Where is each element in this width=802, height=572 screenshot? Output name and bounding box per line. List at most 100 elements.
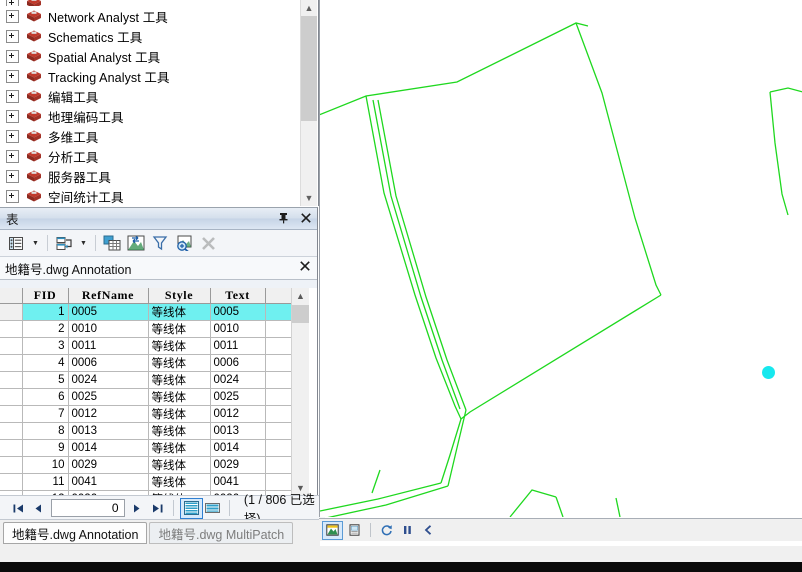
cell-text[interactable]: 0029 — [210, 456, 266, 474]
pin-icon[interactable] — [277, 210, 290, 225]
chevron-down-icon[interactable]: ▼ — [301, 190, 317, 206]
row-selector[interactable] — [0, 456, 23, 474]
chevron-left-icon[interactable] — [419, 522, 438, 539]
zoom-to-selection-button[interactable] — [174, 233, 195, 253]
close-icon[interactable] — [299, 210, 312, 225]
plus-box-icon[interactable] — [6, 89, 19, 103]
row-selector[interactable] — [0, 303, 23, 321]
tree-item-spatial-statistics-tools[interactable]: 空间统计工具 — [0, 186, 318, 206]
cell-text[interactable]: 0024 — [210, 371, 266, 389]
table-row[interactable]: 11 0041 等线体 0041 — [0, 473, 293, 491]
clear-selection-button[interactable] — [150, 233, 171, 253]
plus-box-icon[interactable] — [6, 169, 19, 183]
column-header-text[interactable]: Text — [210, 288, 266, 304]
cell-style[interactable]: 等线体 — [148, 303, 211, 321]
row-selector[interactable] — [0, 405, 23, 423]
cell-fid[interactable]: 5 — [22, 371, 69, 389]
arctoolbox-tree[interactable]: Network Analyst 工具 Schematics 工具 Spatial… — [0, 0, 319, 206]
table-row[interactable]: 1 0005 等线体 0005 — [0, 303, 293, 321]
tree-item-tracking-analyst[interactable]: Tracking Analyst 工具 — [0, 66, 318, 86]
plus-box-icon[interactable] — [6, 129, 19, 143]
table-row[interactable]: 4 0006 等线体 0006 — [0, 354, 293, 372]
tree-item-server-tools[interactable]: 服务器工具 — [0, 166, 318, 186]
table-row[interactable]: 3 0011 等线体 0011 — [0, 337, 293, 355]
cell-text[interactable]: 0012 — [210, 405, 266, 423]
plus-box-icon[interactable] — [6, 0, 19, 6]
show-all-records-button[interactable] — [180, 497, 203, 519]
cell-text[interactable]: 0014 — [210, 439, 266, 457]
cell-style[interactable]: 等线体 — [148, 473, 211, 491]
cell-style[interactable]: 等线体 — [148, 388, 211, 406]
scrollbar-thumb[interactable] — [301, 16, 317, 121]
toolbox-tree-scrollbar[interactable]: ▲ ▼ — [300, 0, 317, 206]
pause-drawing-icon[interactable] — [398, 522, 417, 539]
cell-fid[interactable]: 1 — [22, 303, 69, 321]
cell-style[interactable]: 等线体 — [148, 405, 211, 423]
row-selector[interactable] — [0, 320, 23, 338]
tree-item-network-analyst[interactable]: Network Analyst 工具 — [0, 6, 318, 26]
chevron-up-icon[interactable]: ▲ — [292, 288, 309, 304]
row-selector[interactable] — [0, 439, 23, 457]
cell-refname[interactable]: 0041 — [68, 473, 149, 491]
cell-refname[interactable]: 0005 — [68, 303, 149, 321]
cell-refname[interactable]: 0025 — [68, 388, 149, 406]
row-selector[interactable] — [0, 388, 23, 406]
show-selected-records-button[interactable] — [203, 499, 223, 518]
column-header-selector[interactable] — [0, 288, 23, 304]
layout-view-icon[interactable] — [345, 522, 364, 539]
table-tab-annotation[interactable]: 地籍号.dwg Annotation — [3, 522, 148, 544]
go-last-icon[interactable] — [147, 499, 167, 517]
cell-fid[interactable]: 11 — [22, 473, 69, 491]
select-by-attributes-button[interactable] — [102, 233, 123, 253]
plus-box-icon[interactable] — [6, 9, 19, 23]
cell-style[interactable]: 等线体 — [148, 371, 211, 389]
cell-style[interactable]: 等线体 — [148, 439, 211, 457]
cell-fid[interactable]: 8 — [22, 422, 69, 440]
scrollbar-thumb[interactable] — [292, 305, 309, 323]
switch-selection-button[interactable] — [126, 233, 147, 253]
cell-refname[interactable]: 0014 — [68, 439, 149, 457]
cell-text[interactable]: 0010 — [210, 320, 266, 338]
close-icon[interactable] — [300, 260, 310, 274]
refresh-icon[interactable] — [377, 522, 396, 539]
chevron-up-icon[interactable]: ▲ — [301, 0, 317, 16]
attribute-table-scrollbar[interactable]: ▲ ▼ — [291, 288, 309, 496]
go-next-icon[interactable] — [127, 499, 147, 517]
caret-down-icon[interactable]: ▼ — [78, 233, 89, 253]
cell-text[interactable]: 0011 — [210, 337, 266, 355]
cell-fid[interactable]: 2 — [22, 320, 69, 338]
map-data-view[interactable]: 0005 — [319, 0, 802, 517]
cell-refname[interactable]: 0013 — [68, 422, 149, 440]
data-view-icon[interactable] — [322, 520, 343, 540]
table-row[interactable]: 10 0029 等线体 0029 — [0, 456, 293, 474]
record-number-input[interactable]: 0 — [50, 499, 125, 517]
row-selector[interactable] — [0, 422, 23, 440]
plus-box-icon[interactable] — [6, 109, 19, 123]
cell-text[interactable]: 0005 — [210, 303, 266, 321]
table-row[interactable]: 5 0024 等线体 0024 — [0, 371, 293, 389]
table-row[interactable]: 2 0010 等线体 0010 — [0, 320, 293, 338]
plus-box-icon[interactable] — [6, 149, 19, 163]
cell-refname[interactable]: 0006 — [68, 354, 149, 372]
row-selector[interactable] — [0, 473, 23, 491]
caret-down-icon[interactable]: ▼ — [30, 233, 41, 253]
cell-refname[interactable]: 0010 — [68, 320, 149, 338]
go-previous-icon[interactable] — [28, 499, 48, 517]
cell-text[interactable]: 0006 — [210, 354, 266, 372]
cell-refname[interactable]: 0024 — [68, 371, 149, 389]
table-row[interactable]: 6 0025 等线体 0025 — [0, 388, 293, 406]
row-selector[interactable] — [0, 371, 23, 389]
cell-refname[interactable]: 0012 — [68, 405, 149, 423]
table-row[interactable]: 7 0012 等线体 0012 — [0, 405, 293, 423]
column-header-refname[interactable]: RefName — [68, 288, 149, 304]
cell-fid[interactable]: 4 — [22, 354, 69, 372]
cell-text[interactable]: 0041 — [210, 473, 266, 491]
cell-style[interactable]: 等线体 — [148, 456, 211, 474]
row-selector[interactable] — [0, 337, 23, 355]
cell-fid[interactable]: 9 — [22, 439, 69, 457]
cell-fid[interactable]: 3 — [22, 337, 69, 355]
cell-fid[interactable]: 6 — [22, 388, 69, 406]
cell-style[interactable]: 等线体 — [148, 354, 211, 372]
plus-box-icon[interactable] — [6, 49, 19, 63]
tree-item-editing-tools[interactable]: 编辑工具 — [0, 86, 318, 106]
